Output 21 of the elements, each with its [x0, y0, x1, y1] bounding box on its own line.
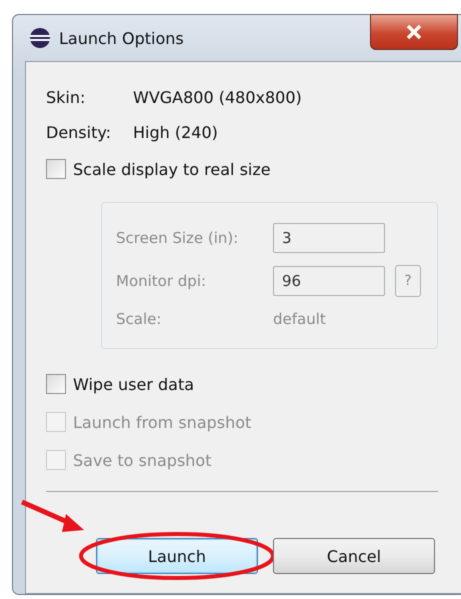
checkbox[interactable] — [46, 374, 66, 394]
window-title: Launch Options — [59, 28, 184, 48]
field-label: Monitor dpi: — [116, 272, 208, 290]
close-icon — [405, 24, 423, 40]
info-value: WVGA800 (480x800) — [133, 88, 302, 107]
field-label: Screen Size (in): — [116, 229, 240, 248]
cancel-button[interactable]: Cancel — [273, 538, 435, 574]
annotation-arrow — [21, 500, 84, 532]
checkbox-label: Save to snapshot — [73, 450, 212, 470]
info-label: Skin: — [46, 88, 86, 107]
checkbox-label: Wipe user data — [73, 374, 194, 394]
info-label: Density: — [46, 123, 112, 142]
field-label: Scale: — [116, 310, 162, 328]
checkbox-label: Scale display to real size — [73, 160, 271, 178]
close-button[interactable] — [370, 14, 458, 50]
info-value: High (240) — [133, 123, 218, 142]
checkbox-label: Launch from snapshot — [73, 412, 252, 432]
eclipse-icon — [29, 27, 51, 49]
checkbox[interactable] — [46, 159, 66, 179]
launch-button[interactable]: Launch — [96, 538, 258, 574]
scale-value: default — [273, 310, 327, 328]
